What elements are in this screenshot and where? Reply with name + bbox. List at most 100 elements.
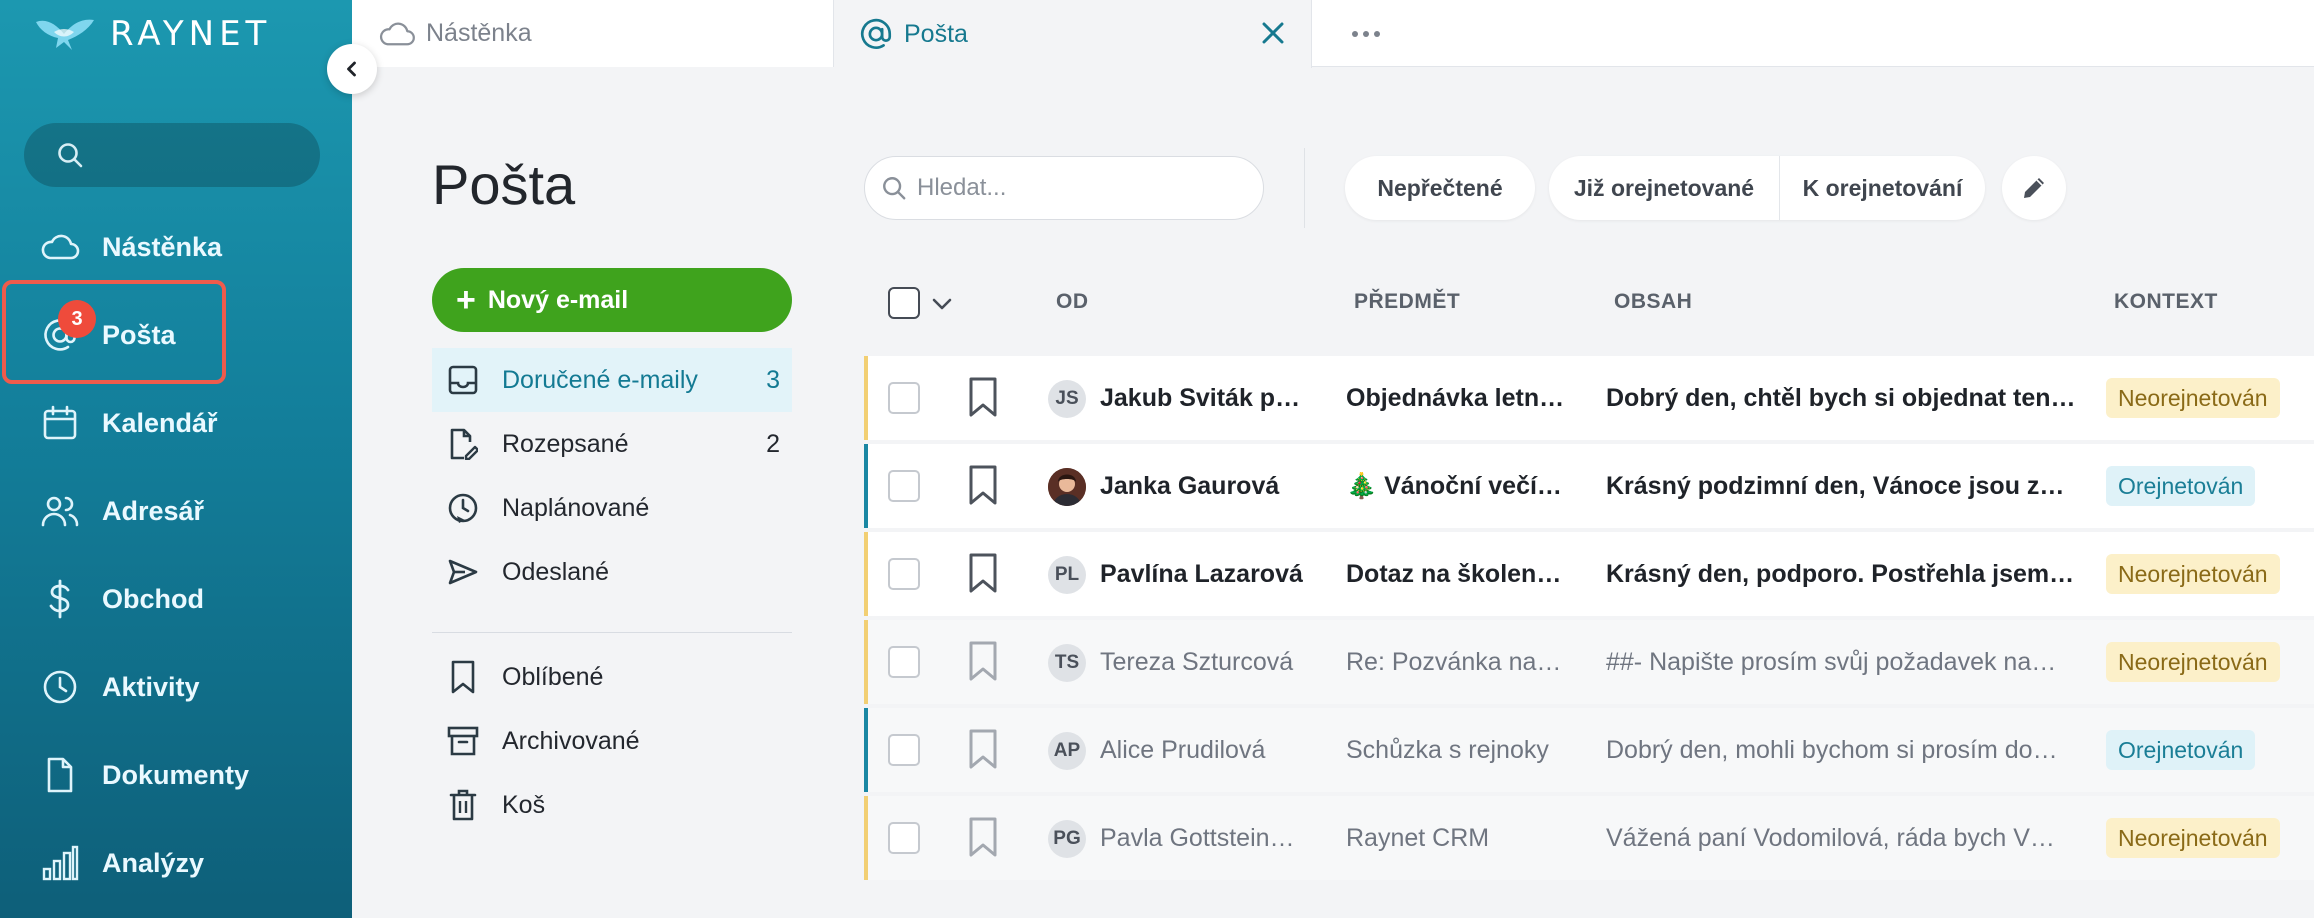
avatar: PG xyxy=(1048,820,1086,858)
email-list: JS Jakub Sviták po… Objednávka letní… Do… xyxy=(864,356,2314,884)
row-checkbox[interactable] xyxy=(888,822,920,854)
folder-label: Rozepsané xyxy=(502,429,629,458)
nav-item-nastenka[interactable]: Nástěnka xyxy=(0,203,352,291)
sidebar: RAYNET 3 Nástěnka Pošta Kalendář Adresář… xyxy=(0,0,352,918)
at-icon xyxy=(860,18,892,49)
bar-chart-icon xyxy=(38,841,82,885)
select-options-dropdown[interactable] xyxy=(926,288,958,320)
context-badge: Orejnetován xyxy=(2106,730,2256,770)
nav-item-dokumenty[interactable]: Dokumenty xyxy=(0,731,352,819)
filter-unread-button[interactable]: Nepřečtené xyxy=(1345,156,1535,220)
folder-favorites[interactable]: Oblíbené xyxy=(432,645,792,709)
document-icon xyxy=(38,753,82,797)
tab-posta[interactable]: Pošta xyxy=(834,0,1312,68)
raynet-logo[interactable]: RAYNET xyxy=(34,14,271,54)
folder-label: Doručené e-maily xyxy=(502,365,698,394)
row-checkbox[interactable] xyxy=(888,558,920,590)
avatar: TS xyxy=(1048,644,1086,682)
table-row[interactable]: TS Tereza Szturcová Re: Pozvánka na … ##… xyxy=(864,620,2314,704)
folder-label: Oblíbené xyxy=(502,662,604,691)
row-accent xyxy=(864,532,868,616)
avatar-photo xyxy=(1048,468,1086,506)
edit-filters-button[interactable] xyxy=(2002,156,2066,220)
more-tabs-button[interactable] xyxy=(1346,14,1386,54)
folder-archive[interactable]: Archivované xyxy=(432,709,792,773)
collapse-sidebar-button[interactable] xyxy=(327,44,377,94)
row-accent xyxy=(864,796,868,880)
sidebar-search[interactable] xyxy=(24,123,320,187)
filter-to-rate-button[interactable]: K orejnetování xyxy=(1780,156,1985,220)
column-header-context[interactable]: KONTEXT xyxy=(2114,290,2218,314)
chevron-down-icon xyxy=(932,298,952,310)
context-badge: Neorejnetován xyxy=(2106,818,2280,858)
email-content: Vážená paní Vodomilová, ráda bych V… xyxy=(1606,824,2055,852)
nav-item-posta[interactable]: Pošta xyxy=(0,291,352,379)
toolbar-divider xyxy=(1304,148,1305,228)
page-title: Pošta xyxy=(432,153,576,216)
column-header-subject[interactable]: PŘEDMĚT xyxy=(1354,290,1460,314)
search-icon xyxy=(58,143,83,168)
tab-label: Pošta xyxy=(904,19,968,48)
bookmark-icon[interactable] xyxy=(966,816,1000,858)
tab-nastenka[interactable]: Nástěnka xyxy=(352,0,834,67)
folder-trash[interactable]: Koš xyxy=(432,773,792,837)
inbox-icon xyxy=(446,363,480,397)
rating-filter-group: Již orejnetované K orejnetování xyxy=(1549,156,1985,220)
select-all-checkbox[interactable] xyxy=(888,287,920,319)
row-accent xyxy=(864,708,868,792)
new-email-button[interactable]: + Nový e-mail xyxy=(432,268,792,332)
bookmark-icon xyxy=(446,660,480,694)
folder-inbox[interactable]: Doručené e-maily 3 xyxy=(432,348,792,412)
draft-icon xyxy=(446,427,480,461)
bookmark-icon[interactable] xyxy=(966,552,1000,594)
row-checkbox[interactable] xyxy=(888,470,920,502)
column-header-content[interactable]: OBSAH xyxy=(1614,290,1692,314)
nav-item-obchod[interactable]: Obchod xyxy=(0,555,352,643)
folder-label: Archivované xyxy=(502,726,640,755)
folder-sent[interactable]: Odeslané xyxy=(432,540,792,604)
row-checkbox[interactable] xyxy=(888,382,920,414)
email-content: Dobrý den, mohli bychom si prosím do… xyxy=(1606,736,2058,764)
nav-item-kalendar[interactable]: Kalendář xyxy=(0,379,352,467)
context-badge: Neorejnetován xyxy=(2106,642,2280,682)
folder-count: 2 xyxy=(766,429,780,458)
email-subject: Raynet CRM xyxy=(1346,824,1490,852)
folder-count: 3 xyxy=(766,365,780,394)
email-from: Pavlína Lazarová xyxy=(1100,560,1303,588)
bookmark-icon[interactable] xyxy=(966,728,1000,770)
search-input[interactable]: Hledat... xyxy=(864,156,1264,220)
row-checkbox[interactable] xyxy=(888,734,920,766)
row-accent xyxy=(864,620,868,704)
context-badge: Neorejnetován xyxy=(2106,554,2280,594)
nav-label: Obchod xyxy=(102,583,204,614)
bookmark-icon[interactable] xyxy=(966,640,1000,682)
tab-bar: Nástěnka Pošta xyxy=(352,0,2314,68)
email-from: Jakub Sviták po… xyxy=(1100,384,1308,412)
folder-scheduled[interactable]: Naplánované xyxy=(432,476,792,540)
clock-icon xyxy=(38,665,82,709)
search-placeholder: Hledat... xyxy=(917,174,1007,201)
close-tab-button[interactable] xyxy=(1255,15,1291,51)
folder-label: Koš xyxy=(502,790,546,819)
table-row[interactable]: PL Pavlína Lazarová Dotaz na školení … K… xyxy=(864,532,2314,616)
row-checkbox[interactable] xyxy=(888,646,920,678)
email-subject: Schůzka s rejnoky xyxy=(1346,736,1549,764)
context-badge: Neorejnetován xyxy=(2106,378,2280,418)
table-row[interactable]: Janka Gaurová 🎄 Vánoční večír… Krásný po… xyxy=(864,444,2314,528)
bookmark-icon[interactable] xyxy=(966,464,1000,506)
new-email-label: Nový e-mail xyxy=(487,285,629,314)
nav-item-analyzy[interactable]: Analýzy xyxy=(0,819,352,907)
table-row[interactable]: PG Pavla Gottstein… Raynet CRM Vážená pa… xyxy=(864,796,2314,880)
nav-item-adresar[interactable]: Adresář xyxy=(0,467,352,555)
filter-rated-button[interactable]: Již orejnetované xyxy=(1549,156,1780,220)
column-header-from[interactable]: OD xyxy=(1056,290,1089,314)
table-row[interactable]: AP Alice Prudilová Schůzka s rejnoky Dob… xyxy=(864,708,2314,792)
email-from: Tereza Szturcová xyxy=(1100,648,1294,676)
bookmark-icon[interactable] xyxy=(966,376,1000,418)
email-subject: Dotaz na školení … xyxy=(1346,560,1568,588)
nav-label: Nástěnka xyxy=(102,231,223,262)
folder-drafts[interactable]: Rozepsané 2 xyxy=(432,412,792,476)
nav-item-aktivity[interactable]: Aktivity xyxy=(0,643,352,731)
email-content: Krásný den, podporo. Postřehla jsem, … xyxy=(1606,560,2076,588)
table-row[interactable]: JS Jakub Sviták po… Objednávka letní… Do… xyxy=(864,356,2314,440)
